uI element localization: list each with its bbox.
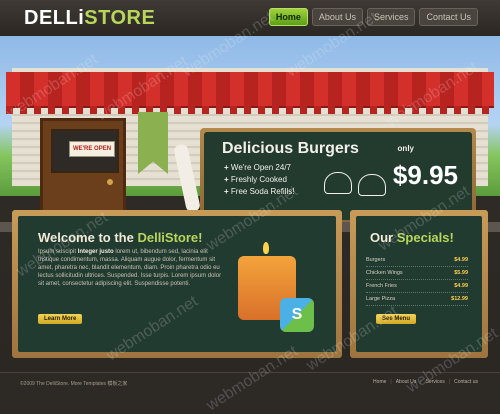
chalkboard-title: Delicious Burgers	[222, 140, 359, 157]
nav-contact-us[interactable]: Contact Us	[419, 8, 478, 26]
stumbleupon-icon[interactable]: S	[280, 298, 314, 332]
learn-more-button[interactable]: Learn More	[38, 314, 83, 324]
header-bar: DELLiSTORE Home About Us Services Contac…	[0, 0, 500, 36]
footer: ©2009 The DelliStore. More Templates 模板之…	[0, 372, 500, 414]
specials-title-prefix: Our	[370, 230, 394, 245]
footer-link-contact-us[interactable]: Contact us	[454, 379, 478, 385]
chalkboard-surface: Delicious Burgers We're Open 24/7 Freshl…	[204, 132, 472, 220]
logo[interactable]: DELLiSTORE	[24, 7, 155, 30]
footer-nav: Home | About Us | Services | Contact us	[373, 379, 478, 385]
awning-fringe	[6, 106, 494, 114]
copyright-text: ©2009 The DelliStore. More Templates 模板之…	[20, 381, 128, 387]
welcome-title-highlight: DelliStore!	[137, 230, 203, 245]
footer-separator: |	[390, 379, 392, 385]
door-knob	[107, 179, 113, 185]
special-item: Large Pizza $12.99	[366, 293, 468, 306]
specials-title-highlight: Specials!	[396, 230, 454, 245]
welcome-body-intro: Ipsum suscipit	[38, 249, 77, 255]
welcome-body-strong: Integer justo	[77, 249, 114, 255]
special-item: Burgers $4.99	[366, 254, 468, 267]
welcome-board: Welcome to the DelliStore! Ipsum suscipi…	[18, 216, 336, 352]
candle-flame-icon	[263, 242, 269, 254]
burger-icon	[324, 172, 352, 194]
store-awning	[6, 72, 494, 108]
footer-link-about-us[interactable]: About Us	[396, 379, 417, 385]
feature-item: Freshly Cooked	[224, 174, 295, 186]
nav-home[interactable]: Home	[268, 8, 308, 26]
open-sign: WE'RE OPEN	[69, 141, 115, 157]
special-name: Burgers	[366, 257, 386, 263]
feature-item: We're Open 24/7	[224, 162, 295, 174]
specials-panel: Our Specials! Burgers $4.99 Chicken Wing…	[350, 210, 488, 358]
welcome-body: Ipsum suscipit Integer justo lorem ut, b…	[38, 248, 228, 288]
special-price: $5.99	[454, 270, 468, 276]
special-price: $12.99	[451, 296, 468, 302]
specials-title: Our Specials!	[370, 230, 454, 245]
welcome-title-prefix: Welcome to the	[38, 230, 134, 245]
specials-list: Burgers $4.99 Chicken Wings $5.99 French…	[366, 254, 468, 306]
door-window: WE'RE OPEN	[51, 129, 119, 173]
feature-list: We're Open 24/7 Freshly Cooked Free Soda…	[224, 162, 295, 198]
special-item: French Fries $4.99	[366, 280, 468, 293]
special-name: French Fries	[366, 283, 397, 289]
chalkboard-price: $9.95	[392, 160, 458, 190]
main-nav: Home About Us Services Contact Us	[268, 8, 478, 26]
burger-icon	[358, 174, 386, 196]
footer-separator: |	[420, 379, 422, 385]
special-price: $4.99	[454, 283, 468, 289]
page: DELLiSTORE Home About Us Services Contac…	[0, 0, 500, 414]
feature-item: Free Soda Refills!	[224, 186, 295, 198]
footer-link-home[interactable]: Home	[373, 379, 386, 385]
logo-text-part1: DELLi	[24, 7, 85, 29]
special-item: Chicken Wings $5.99	[366, 267, 468, 280]
nav-about-us[interactable]: About Us	[311, 8, 363, 26]
storefront-scene: WE'RE OPEN Delicious Burgers We're Open …	[0, 36, 500, 232]
welcome-title: Welcome to the DelliStore!	[38, 230, 202, 245]
price-prefix: only	[397, 144, 414, 153]
welcome-panel: Welcome to the DelliStore! Ipsum suscipi…	[12, 210, 342, 358]
nav-services[interactable]: Services	[366, 8, 416, 26]
specials-board: Our Specials! Burgers $4.99 Chicken Wing…	[356, 216, 482, 352]
special-name: Large Pizza	[366, 296, 396, 302]
special-name: Chicken Wings	[366, 270, 403, 276]
footer-separator: |	[448, 379, 451, 385]
footer-link-services[interactable]: Services	[426, 379, 445, 385]
see-menu-button[interactable]: See Menu	[376, 314, 417, 324]
logo-text-part2: STORE	[84, 7, 156, 29]
special-price: $4.99	[454, 257, 468, 263]
